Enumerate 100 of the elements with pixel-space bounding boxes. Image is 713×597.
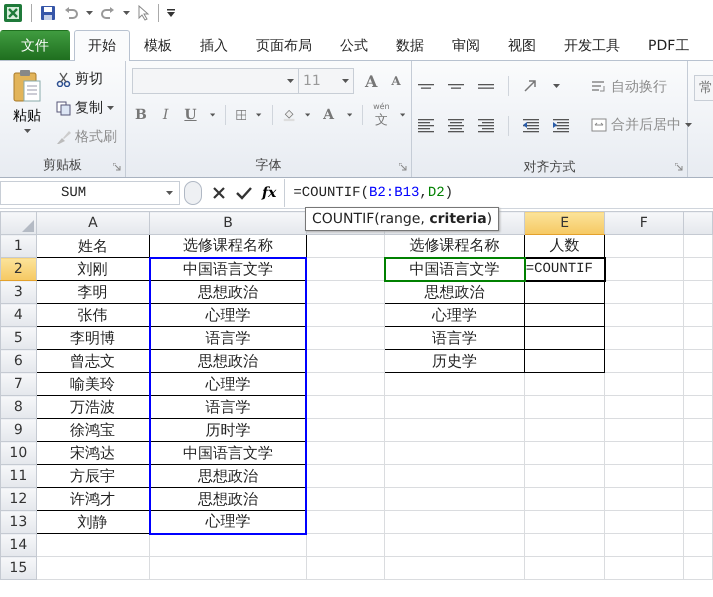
function-tooltip: COUNTIF(range, criteria) <box>305 207 500 231</box>
caret-icon <box>210 113 215 117</box>
table-cell[interactable]: 思想政治 <box>150 280 306 304</box>
table-cell[interactable]: 姓名 <box>36 234 150 258</box>
dialog-launcher-icon[interactable] <box>675 163 683 171</box>
row-header[interactable]: 8 <box>0 396 36 418</box>
row-header[interactable]: 14 <box>0 534 36 556</box>
table-cell[interactable]: 历时学 <box>150 418 306 442</box>
caret-icon <box>342 79 349 83</box>
table-cell[interactable]: 心理学 <box>150 510 306 534</box>
customize-icon <box>167 9 175 17</box>
clipboard-command[interactable]: 复制 <box>54 96 119 120</box>
table-cell[interactable]: 心理学 <box>150 372 306 396</box>
borders-icon <box>236 108 246 122</box>
clipboard-command[interactable]: 剪切 <box>54 67 119 91</box>
resize-handle[interactable] <box>184 181 202 205</box>
column-header[interactable]: F <box>604 212 684 234</box>
font-name-field[interactable] <box>132 68 299 94</box>
caret-icon <box>346 113 352 117</box>
dialog-launcher-icon[interactable] <box>113 163 121 171</box>
orientation-icon <box>523 79 539 93</box>
ribbon-tab[interactable]: PDF工 <box>634 30 704 60</box>
row-header[interactable]: 7 <box>0 372 36 396</box>
corner-triangle-icon <box>22 220 34 232</box>
ribbon-tab[interactable]: 公式 <box>326 30 382 60</box>
paste-caret-icon <box>24 129 30 133</box>
font-color-button[interactable]: A <box>320 107 337 123</box>
grow-font-button[interactable]: A <box>362 72 380 90</box>
row-header[interactable]: 11 <box>0 464 36 488</box>
ribbon-tab[interactable]: 开发工具 <box>550 30 634 60</box>
text-style-button[interactable]: U <box>181 107 200 123</box>
shrink-font-button[interactable]: A <box>388 74 404 88</box>
row-header[interactable]: 15 <box>0 556 36 580</box>
text-style-button[interactable]: I <box>160 107 172 123</box>
table-cell[interactable]: 思想政治 <box>150 350 306 372</box>
row-header[interactable]: 3 <box>0 280 36 304</box>
table-cell[interactable]: =COUNTIF <box>524 258 605 280</box>
table-cell[interactable]: 心理学 <box>150 304 306 326</box>
table-cell[interactable]: 思想政治 <box>384 280 525 304</box>
top-align-icon <box>418 84 434 88</box>
dialog-launcher-icon[interactable] <box>399 163 407 171</box>
undo-caret-icon <box>86 11 93 15</box>
align-right-icon <box>478 119 494 133</box>
group-label: 剪贴板 <box>43 157 82 174</box>
table-cell[interactable]: 思想政治 <box>150 488 306 510</box>
ribbon-tab[interactable]: 插入 <box>186 30 242 60</box>
decrease-indent-icon <box>523 119 539 133</box>
ribbon-tab[interactable]: 模板 <box>130 30 186 60</box>
clipboard-icon <box>12 69 42 103</box>
caret-icon <box>166 191 173 195</box>
brush-icon <box>56 130 71 144</box>
caret-icon <box>400 113 405 117</box>
ribbon-tab[interactable]: 数据 <box>382 30 438 60</box>
row-header[interactable]: 4 <box>0 304 36 326</box>
group-label: 字体 <box>256 157 282 174</box>
table-cell[interactable]: 心理学 <box>384 304 525 326</box>
table-cell[interactable]: 历史学 <box>384 350 525 372</box>
table-cell[interactable]: 中国语言文学 <box>150 258 306 280</box>
column-header[interactable]: B <box>150 212 306 234</box>
save-icon <box>40 5 56 21</box>
ribbon-tab[interactable]: 页面布局 <box>242 30 326 60</box>
row-header[interactable]: 1 <box>0 234 36 258</box>
table-cell[interactable]: 语言学 <box>150 396 306 418</box>
caret-icon <box>107 106 114 110</box>
number-format-field[interactable]: 常 <box>694 75 713 101</box>
row-header[interactable]: 2 <box>0 258 36 280</box>
undo-icon <box>64 6 78 20</box>
cancel-icon <box>212 186 226 200</box>
phonetic-button[interactable]: wén 文 <box>373 102 390 128</box>
row-header[interactable]: 5 <box>0 326 36 350</box>
text-style-button[interactable]: B <box>132 107 150 123</box>
paste-button[interactable]: 粘贴 <box>6 67 48 153</box>
copy-icon <box>56 100 71 116</box>
row-header[interactable]: 6 <box>0 350 36 372</box>
table-cell[interactable]: 语言学 <box>384 326 525 350</box>
table-cell[interactable]: 语言学 <box>150 326 306 350</box>
table-cell[interactable]: 思想政治 <box>150 464 306 488</box>
ribbon-tab[interactable]: 视图 <box>494 30 550 60</box>
ribbon-tab[interactable]: 开始 <box>74 30 130 61</box>
column-header[interactable]: E <box>524 212 605 234</box>
excel-logo-icon[interactable] <box>3 3 23 23</box>
enter-icon <box>236 186 252 200</box>
caret-icon <box>287 79 294 83</box>
name-box[interactable]: SUM <box>0 181 180 205</box>
align-center-icon <box>448 119 464 133</box>
row-header[interactable]: 9 <box>0 418 36 442</box>
row-header[interactable]: 12 <box>0 488 36 510</box>
column-header[interactable]: A <box>36 212 150 234</box>
ribbon-tab[interactable]: 审阅 <box>438 30 494 60</box>
select-all-button[interactable] <box>0 212 36 234</box>
table-cell[interactable]: 中国语言文学 <box>150 442 306 464</box>
table-cell[interactable]: 中国语言文学 <box>384 258 525 280</box>
row-header[interactable]: 13 <box>0 510 36 534</box>
redo-caret-icon <box>123 11 130 15</box>
group-label: 对齐方式 <box>524 159 576 176</box>
scissors-icon <box>56 72 71 86</box>
middle-align-icon <box>448 84 464 88</box>
row-header[interactable]: 10 <box>0 442 36 464</box>
insert-function-button[interactable]: fx <box>262 185 276 201</box>
file-menu-tab[interactable]: 文件 <box>0 30 70 60</box>
